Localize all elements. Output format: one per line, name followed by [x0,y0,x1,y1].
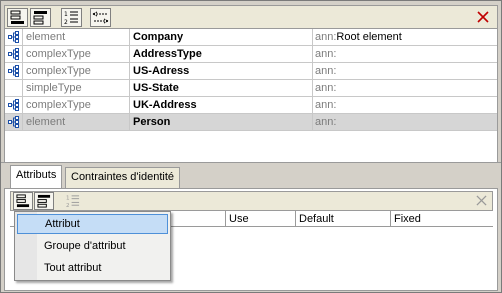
expand-cell[interactable] [5,97,23,113]
component-row[interactable]: complexType UK-Address ann: [5,97,497,114]
header-use[interactable]: Use [225,211,295,227]
component-row[interactable]: simpleType US-State ann: [5,80,497,97]
append-attribute-button[interactable] [13,192,33,210]
annotation-prefix: ann: [315,82,337,94]
schema-overview-window: 1 2 element Company ann:Root element comple… [0,0,502,293]
append-attribute-icon [16,194,30,208]
arrows-icon [92,11,109,24]
append-button[interactable] [7,8,28,27]
component-kind: element [23,29,130,45]
append-attribute-menu: Attribut Groupe d'attribut Tout attribut [14,211,171,281]
component-annotation[interactable]: ann: [313,80,497,96]
numbered-list-icon: 1 2 [66,195,80,208]
close-attributes-button[interactable] [474,193,488,208]
expand-cell[interactable] [5,29,23,45]
component-row[interactable]: complexType AddressType ann: [5,46,497,63]
tab-attributs[interactable]: Attributs [10,165,63,189]
tree-node-icon [7,31,19,43]
svg-text:2: 2 [66,203,70,208]
expand-cell[interactable] [5,63,23,79]
annotation-prefix: ann: [315,31,337,43]
append-row-icon [10,10,24,24]
component-annotation[interactable]: ann: [313,97,497,113]
svg-text:2: 2 [64,19,68,25]
annotation-prefix: ann: [315,48,337,60]
insert-row-icon [33,11,47,25]
component-name[interactable]: UK-Address [130,97,313,113]
expand-collapse-button[interactable] [90,8,111,27]
component-kind: complexType [23,46,130,62]
annotation-prefix: ann: [315,65,337,77]
svg-text:1: 1 [66,196,70,202]
expand-cell[interactable] [5,80,23,96]
component-name[interactable]: US-Adress [130,63,313,79]
component-kind: complexType [23,63,130,79]
expand-cell[interactable] [5,114,23,130]
component-kind: element [23,114,130,130]
annotation-prefix: ann: [315,99,337,111]
component-annotation[interactable]: ann: [313,46,497,62]
component-annotation[interactable]: ann: [313,114,497,130]
menu-item-attribut[interactable]: Attribut [17,214,168,234]
tab-contraintes-identite[interactable]: Contraintes d'identité [65,167,180,188]
insert-attribute-button[interactable] [34,192,54,210]
tree-node-icon [7,65,19,77]
components-toolbar: 1 2 [4,5,498,29]
close-button[interactable] [475,8,491,26]
component-row[interactable]: element Company ann:Root element [5,29,497,46]
tree-node-icon [7,48,19,60]
header-default[interactable]: Default [295,211,390,227]
tree-node-icon [7,116,19,128]
insert-button[interactable] [30,8,51,27]
numbered-list-icon: 1 2 [64,11,78,25]
header-fixed[interactable]: Fixed [390,211,493,227]
component-name[interactable]: AddressType [130,46,313,62]
component-annotation[interactable]: ann:Root element [313,29,497,45]
menu-item-tout-attribut[interactable]: Tout attribut [17,258,168,278]
component-kind: complexType [23,97,130,113]
details-tabs: Attributs Contraintes d'identité [4,165,498,189]
component-annotation[interactable]: ann: [313,63,497,79]
component-name[interactable]: US-State [130,80,313,96]
component-name[interactable]: Person [130,114,313,130]
component-row[interactable]: complexType US-Adress ann: [5,63,497,80]
insert-attribute-icon [37,194,51,208]
sort-attributes-button[interactable]: 1 2 [63,192,83,210]
expand-cell[interactable] [5,46,23,62]
attributes-toolbar: 1 2 [10,191,493,211]
component-kind: simpleType [23,80,130,96]
component-row[interactable]: element Person ann: [5,114,497,131]
tree-node-icon [7,99,19,111]
component-name[interactable]: Company [130,29,313,45]
svg-text:1: 1 [64,11,68,18]
close-icon [475,195,487,206]
menu-item-groupe-attribut[interactable]: Groupe d'attribut [17,236,168,256]
sort-button[interactable]: 1 2 [61,8,82,27]
annotation-prefix: ann: [315,116,337,128]
components-grid: element Company ann:Root element complexTyp… [4,29,498,162]
close-icon [477,11,489,23]
annotation-value: Root element [336,31,402,43]
